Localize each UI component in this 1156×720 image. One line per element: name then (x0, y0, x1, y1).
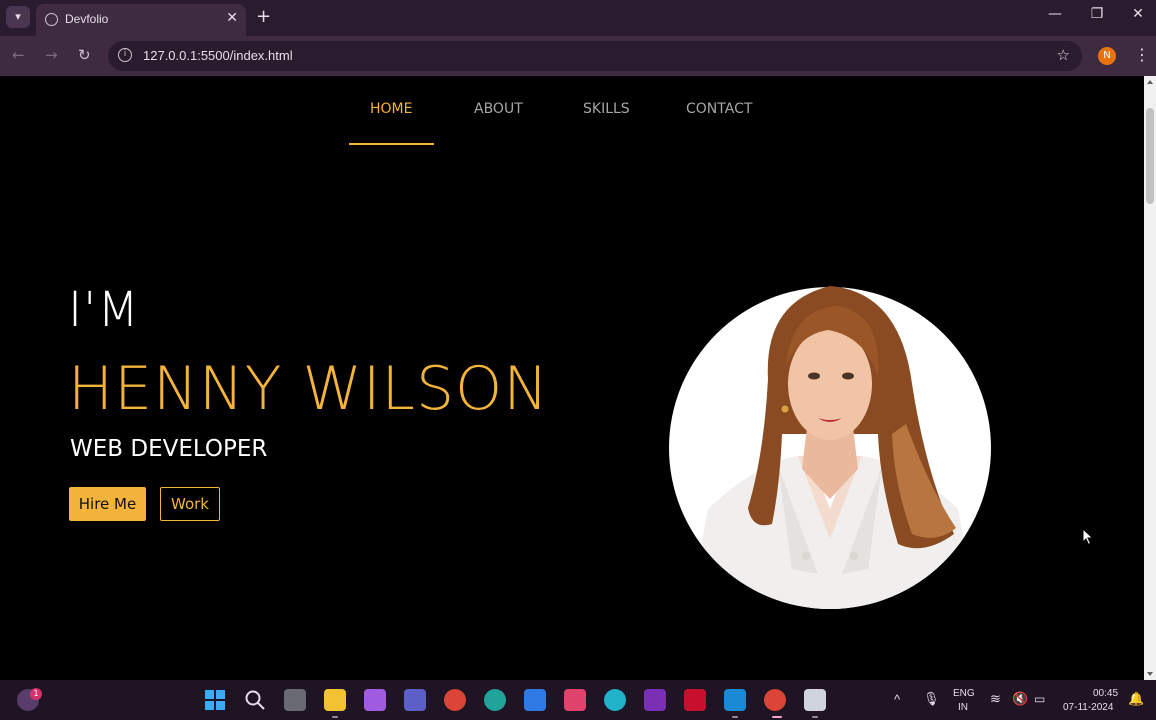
close-tab-icon[interactable]: ✕ (226, 10, 238, 26)
page-viewport: HOME ABOUT SKILLS CONTACT I'M HENNY WILS… (0, 76, 1144, 680)
active-nav-underline (349, 143, 434, 145)
tray-overflow-icon[interactable]: ^ (894, 692, 900, 707)
minimize-icon[interactable]: — (1045, 6, 1065, 22)
volume-muted-icon[interactable]: 🔇 (1012, 691, 1028, 707)
vscode-icon[interactable] (724, 689, 746, 711)
teams-icon[interactable] (404, 689, 426, 711)
task-view-icon[interactable] (284, 689, 306, 711)
language-code[interactable]: ENG (953, 688, 975, 699)
search-icon[interactable] (244, 689, 266, 711)
browser-tab-strip: ▾ Devfolio ✕ + — ❐ ✕ (0, 0, 1156, 36)
microphone-icon[interactable]: 🎙 (923, 691, 940, 707)
snipping-tool-icon[interactable] (804, 689, 826, 711)
work-button[interactable]: Work (160, 487, 220, 521)
site-info-icon[interactable]: i (118, 48, 132, 62)
region-code[interactable]: IN (958, 702, 968, 713)
tab-title: Devfolio (65, 12, 109, 26)
chrome-icon[interactable] (444, 689, 466, 711)
address-bar[interactable]: i 127.0.0.1:5500/index.html ☆ (108, 41, 1082, 71)
bookmark-star-icon[interactable]: ☆ (1057, 46, 1070, 64)
todo-icon[interactable] (524, 689, 546, 711)
battery-icon[interactable]: ▭ (1034, 692, 1045, 706)
url-text[interactable]: 127.0.0.1:5500/index.html (143, 48, 293, 63)
scrollbar-thumb[interactable] (1146, 108, 1154, 204)
hero-role: WEB DEVELOPER (70, 436, 268, 462)
chrome-profile-icon[interactable] (764, 689, 786, 711)
hire-me-button[interactable]: Hire Me (69, 487, 146, 521)
nav-about[interactable]: ABOUT (474, 101, 523, 117)
running-indicator (732, 716, 738, 718)
profile-portrait (669, 286, 991, 609)
restore-icon[interactable]: ❐ (1087, 6, 1107, 22)
back-icon[interactable]: ← (12, 46, 25, 64)
start-icon[interactable] (204, 689, 226, 711)
scroll-up-icon[interactable] (1147, 80, 1153, 84)
canva-icon[interactable] (604, 689, 626, 711)
mcafee-icon[interactable] (684, 689, 706, 711)
globe-icon (45, 13, 58, 26)
profile-avatar[interactable]: N (1098, 47, 1116, 65)
tab-search-button[interactable]: ▾ (6, 6, 30, 28)
file-explorer-icon[interactable] (324, 689, 346, 711)
hero-name: HENNY WILSON (68, 354, 550, 424)
reload-icon[interactable]: ↻ (78, 46, 91, 64)
clock-time[interactable]: 00:45 (1093, 688, 1118, 699)
clock-date[interactable]: 07-11-2024 (1063, 702, 1113, 713)
page-scrollbar[interactable] (1144, 76, 1156, 680)
browser-tab[interactable]: Devfolio ✕ (36, 4, 246, 36)
onenote-icon[interactable] (644, 689, 666, 711)
mouse-cursor-icon (1082, 528, 1094, 546)
running-indicator (812, 716, 818, 718)
wifi-icon[interactable]: ≋ (990, 691, 1001, 707)
scroll-down-icon[interactable] (1147, 672, 1153, 676)
close-window-icon[interactable]: ✕ (1128, 6, 1148, 22)
more-menu-icon[interactable]: ⋮ (1134, 45, 1150, 64)
nav-skills[interactable]: SKILLS (583, 101, 630, 117)
figma-icon[interactable] (564, 689, 586, 711)
browser-toolbar: ← → ↻ i 127.0.0.1:5500/index.html ☆ N ⋮ (0, 36, 1156, 76)
active-app-indicator (772, 716, 782, 718)
copilot-icon[interactable] (364, 689, 386, 711)
nav-contact[interactable]: CONTACT (686, 101, 752, 117)
nav-home[interactable]: HOME (370, 101, 412, 117)
notification-bell-icon[interactable]: 🔔 (1128, 691, 1144, 707)
running-indicator (332, 716, 338, 718)
hero-intro: I'M (68, 282, 140, 338)
notification-badge: 1 (30, 688, 42, 700)
new-tab-button[interactable]: + (256, 6, 271, 27)
forward-icon[interactable]: → (45, 46, 58, 64)
windows-taskbar: ^ 🎙 ENG IN ≋ 🔇 ▭ 00:45 07-11-2024 🔔 (0, 680, 1156, 720)
edge-icon[interactable] (484, 689, 506, 711)
